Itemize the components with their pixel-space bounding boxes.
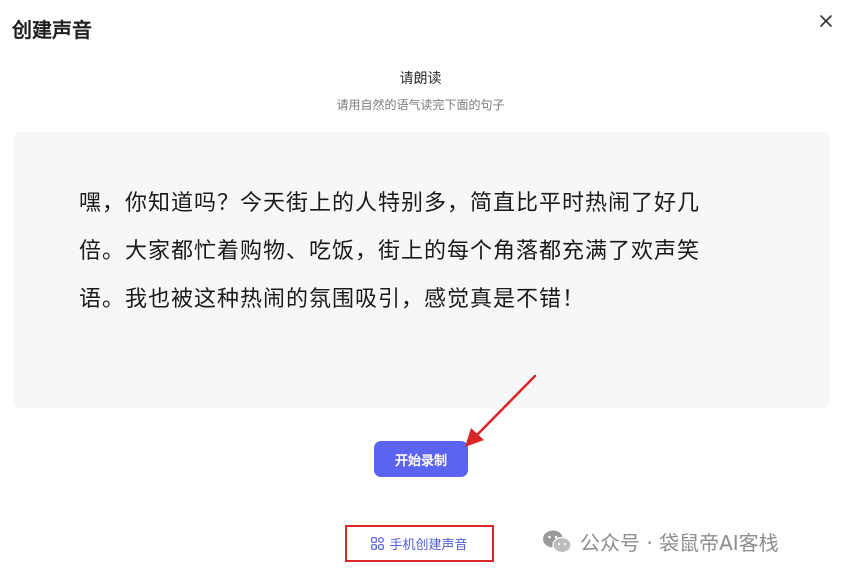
start-recording-button[interactable]: 开始录制 [374, 441, 468, 477]
read-subinstruction: 请用自然的语气读完下面的句子 [336, 98, 505, 112]
read-instruction: 请朗读 [399, 71, 442, 87]
phone-create-voice-link[interactable]: 手机创建声音 [345, 525, 494, 562]
dialog-title: 创建声音 [12, 18, 92, 42]
create-voice-dialog: 创建声音 请朗读 请用自然的语气读完下面的句子 嘿，你知道吗？今天街上的人特别多… [0, 0, 841, 575]
qr-grid-icon [371, 537, 385, 550]
close-button[interactable] [812, 8, 840, 36]
watermark-text: 公众号 · 袋鼠帝AI客栈 [580, 531, 779, 555]
reading-text: 嘿，你知道吗？今天街上的人特别多，简直比平时热闹了好几倍。大家都忙着购物、吃饭，… [79, 191, 701, 312]
reading-panel: 嘿，你知道吗？今天街上的人特别多，简直比平时热闹了好几倍。大家都忙着购物、吃饭，… [13, 132, 830, 408]
watermark: 公众号 · 袋鼠帝AI客栈 [542, 527, 779, 556]
close-icon [820, 15, 832, 27]
wechat-icon [543, 530, 572, 553]
phone-create-voice-label: 手机创建声音 [389, 538, 468, 553]
